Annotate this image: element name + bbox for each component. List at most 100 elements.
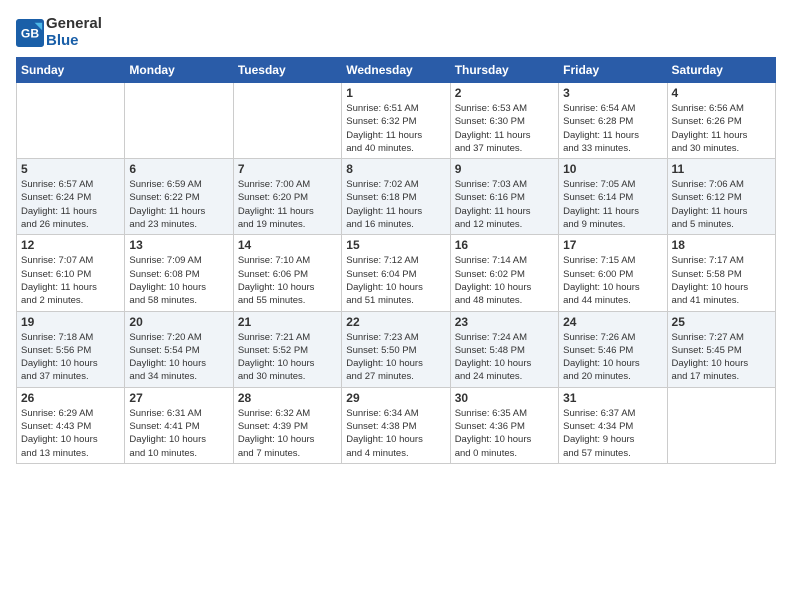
calendar-cell: 4 Sunrise: 6:56 AM Sunset: 6:26 PM Daylig… [667, 83, 775, 159]
calendar-cell: 31 Sunrise: 6:37 AM Sunset: 4:34 PM Dayli… [559, 387, 667, 463]
day-number: 5 [21, 162, 120, 176]
weekday-wednesday: Wednesday [342, 58, 450, 83]
day-number: 15 [346, 238, 445, 252]
calendar-cell: 24 Sunrise: 7:26 AM Sunset: 5:46 PM Dayli… [559, 311, 667, 387]
calendar-cell: 16 Sunrise: 7:14 AM Sunset: 6:02 PM Dayli… [450, 235, 558, 311]
day-number: 11 [672, 162, 771, 176]
day-info: Sunrise: 6:57 AM Sunset: 6:24 PM Dayligh… [21, 178, 120, 231]
day-number: 29 [346, 391, 445, 405]
day-number: 10 [563, 162, 662, 176]
day-info: Sunrise: 7:00 AM Sunset: 6:20 PM Dayligh… [238, 178, 337, 231]
calendar-cell: 15Sunrise: 7:12 AM Sunset: 6:04 PM Dayli… [342, 235, 450, 311]
day-info: Sunrise: 7:24 AM Sunset: 5:48 PM Dayligh… [455, 331, 554, 384]
calendar-cell [667, 387, 775, 463]
weekday-friday: Friday [559, 58, 667, 83]
day-number: 20 [129, 315, 228, 329]
day-info: Sunrise: 7:10 AM Sunset: 6:06 PM Dayligh… [238, 254, 337, 307]
day-info: Sunrise: 6:35 AM Sunset: 4:36 PM Dayligh… [455, 407, 554, 460]
day-number: 2 [455, 86, 554, 100]
day-number: 8 [346, 162, 445, 176]
calendar-cell [125, 83, 233, 159]
calendar-cell: 22 Sunrise: 7:23 AM Sunset: 5:50 PM Dayli… [342, 311, 450, 387]
calendar-row-4: 26Sunrise: 6:29 AM Sunset: 4:43 PM Dayli… [17, 387, 776, 463]
calendar-cell: 3Sunrise: 6:54 AM Sunset: 6:28 PM Daylig… [559, 83, 667, 159]
calendar-cell: 21 Sunrise: 7:21 AM Sunset: 5:52 PM Dayli… [233, 311, 341, 387]
day-info: Sunrise: 6:37 AM Sunset: 4:34 PM Dayligh… [563, 407, 662, 460]
day-number: 3 [563, 86, 662, 100]
day-number: 25 [672, 315, 771, 329]
day-number: 14 [238, 238, 337, 252]
weekday-sunday: Sunday [17, 58, 125, 83]
calendar-cell [17, 83, 125, 159]
day-info: Sunrise: 7:03 AM Sunset: 6:16 PM Dayligh… [455, 178, 554, 231]
calendar-cell: 10Sunrise: 7:05 AM Sunset: 6:14 PM Dayli… [559, 159, 667, 235]
calendar-cell: 7 Sunrise: 7:00 AM Sunset: 6:20 PM Daylig… [233, 159, 341, 235]
calendar-cell [233, 83, 341, 159]
day-number: 12 [21, 238, 120, 252]
calendar-row-1: 5 Sunrise: 6:57 AM Sunset: 6:24 PM Daylig… [17, 159, 776, 235]
weekday-header-row: SundayMondayTuesdayWednesdayThursdayFrid… [17, 58, 776, 83]
calendar-cell: 23 Sunrise: 7:24 AM Sunset: 5:48 PM Dayli… [450, 311, 558, 387]
calendar-cell: 19Sunrise: 7:18 AM Sunset: 5:56 PM Dayli… [17, 311, 125, 387]
calendar-cell: 9 Sunrise: 7:03 AM Sunset: 6:16 PM Daylig… [450, 159, 558, 235]
day-number: 28 [238, 391, 337, 405]
calendar-cell: 26Sunrise: 6:29 AM Sunset: 4:43 PM Dayli… [17, 387, 125, 463]
day-number: 24 [563, 315, 662, 329]
day-info: Sunrise: 7:02 AM Sunset: 6:18 PM Dayligh… [346, 178, 445, 231]
day-info: Sunrise: 6:56 AM Sunset: 6:26 PM Dayligh… [672, 102, 771, 155]
calendar-cell: 28Sunrise: 6:32 AM Sunset: 4:39 PM Dayli… [233, 387, 341, 463]
day-info: Sunrise: 7:27 AM Sunset: 5:45 PM Dayligh… [672, 331, 771, 384]
calendar-cell: 27Sunrise: 6:31 AM Sunset: 4:41 PM Dayli… [125, 387, 233, 463]
day-number: 6 [129, 162, 228, 176]
calendar-row-2: 12 Sunrise: 7:07 AM Sunset: 6:10 PM Dayli… [17, 235, 776, 311]
calendar-cell: 11 Sunrise: 7:06 AM Sunset: 6:12 PM Dayli… [667, 159, 775, 235]
day-number: 13 [129, 238, 228, 252]
day-number: 18 [672, 238, 771, 252]
day-number: 17 [563, 238, 662, 252]
day-info: Sunrise: 6:31 AM Sunset: 4:41 PM Dayligh… [129, 407, 228, 460]
day-number: 23 [455, 315, 554, 329]
calendar-table: SundayMondayTuesdayWednesdayThursdayFrid… [16, 57, 776, 464]
weekday-tuesday: Tuesday [233, 58, 341, 83]
logo: GB General Blue [16, 16, 102, 49]
day-number: 26 [21, 391, 120, 405]
calendar-cell: 20 Sunrise: 7:20 AM Sunset: 5:54 PM Dayli… [125, 311, 233, 387]
calendar-cell: 14 Sunrise: 7:10 AM Sunset: 6:06 PM Dayli… [233, 235, 341, 311]
calendar-cell: 29 Sunrise: 6:34 AM Sunset: 4:38 PM Dayli… [342, 387, 450, 463]
calendar-cell: 12 Sunrise: 7:07 AM Sunset: 6:10 PM Dayli… [17, 235, 125, 311]
day-number: 7 [238, 162, 337, 176]
day-number: 19 [21, 315, 120, 329]
day-info: Sunrise: 7:26 AM Sunset: 5:46 PM Dayligh… [563, 331, 662, 384]
calendar-row-0: 1 Sunrise: 6:51 AM Sunset: 6:32 PM Daylig… [17, 83, 776, 159]
day-info: Sunrise: 6:59 AM Sunset: 6:22 PM Dayligh… [129, 178, 228, 231]
day-number: 30 [455, 391, 554, 405]
day-info: Sunrise: 6:53 AM Sunset: 6:30 PM Dayligh… [455, 102, 554, 155]
day-number: 16 [455, 238, 554, 252]
calendar-cell: 8 Sunrise: 7:02 AM Sunset: 6:18 PM Daylig… [342, 159, 450, 235]
day-info: Sunrise: 7:06 AM Sunset: 6:12 PM Dayligh… [672, 178, 771, 231]
day-info: Sunrise: 7:15 AM Sunset: 6:00 PM Dayligh… [563, 254, 662, 307]
calendar-page: GB General Blue SundayMondayTuesdayWedne… [0, 0, 792, 612]
day-info: Sunrise: 6:51 AM Sunset: 6:32 PM Dayligh… [346, 102, 445, 155]
header: GB General Blue [16, 16, 776, 49]
calendar-cell: 6 Sunrise: 6:59 AM Sunset: 6:22 PM Daylig… [125, 159, 233, 235]
day-info: Sunrise: 6:34 AM Sunset: 4:38 PM Dayligh… [346, 407, 445, 460]
day-info: Sunrise: 7:07 AM Sunset: 6:10 PM Dayligh… [21, 254, 120, 307]
svg-text:GB: GB [21, 26, 39, 40]
logo-icon: GB [16, 19, 44, 47]
day-number: 1 [346, 86, 445, 100]
day-number: 22 [346, 315, 445, 329]
day-number: 4 [672, 86, 771, 100]
calendar-cell: 30 Sunrise: 6:35 AM Sunset: 4:36 PM Dayli… [450, 387, 558, 463]
day-number: 21 [238, 315, 337, 329]
day-number: 31 [563, 391, 662, 405]
calendar-cell: 5 Sunrise: 6:57 AM Sunset: 6:24 PM Daylig… [17, 159, 125, 235]
day-info: Sunrise: 7:20 AM Sunset: 5:54 PM Dayligh… [129, 331, 228, 384]
calendar-cell: 1 Sunrise: 6:51 AM Sunset: 6:32 PM Daylig… [342, 83, 450, 159]
day-number: 9 [455, 162, 554, 176]
calendar-cell: 18Sunrise: 7:17 AM Sunset: 5:58 PM Dayli… [667, 235, 775, 311]
day-info: Sunrise: 7:21 AM Sunset: 5:52 PM Dayligh… [238, 331, 337, 384]
day-info: Sunrise: 7:23 AM Sunset: 5:50 PM Dayligh… [346, 331, 445, 384]
day-info: Sunrise: 7:14 AM Sunset: 6:02 PM Dayligh… [455, 254, 554, 307]
weekday-saturday: Saturday [667, 58, 775, 83]
